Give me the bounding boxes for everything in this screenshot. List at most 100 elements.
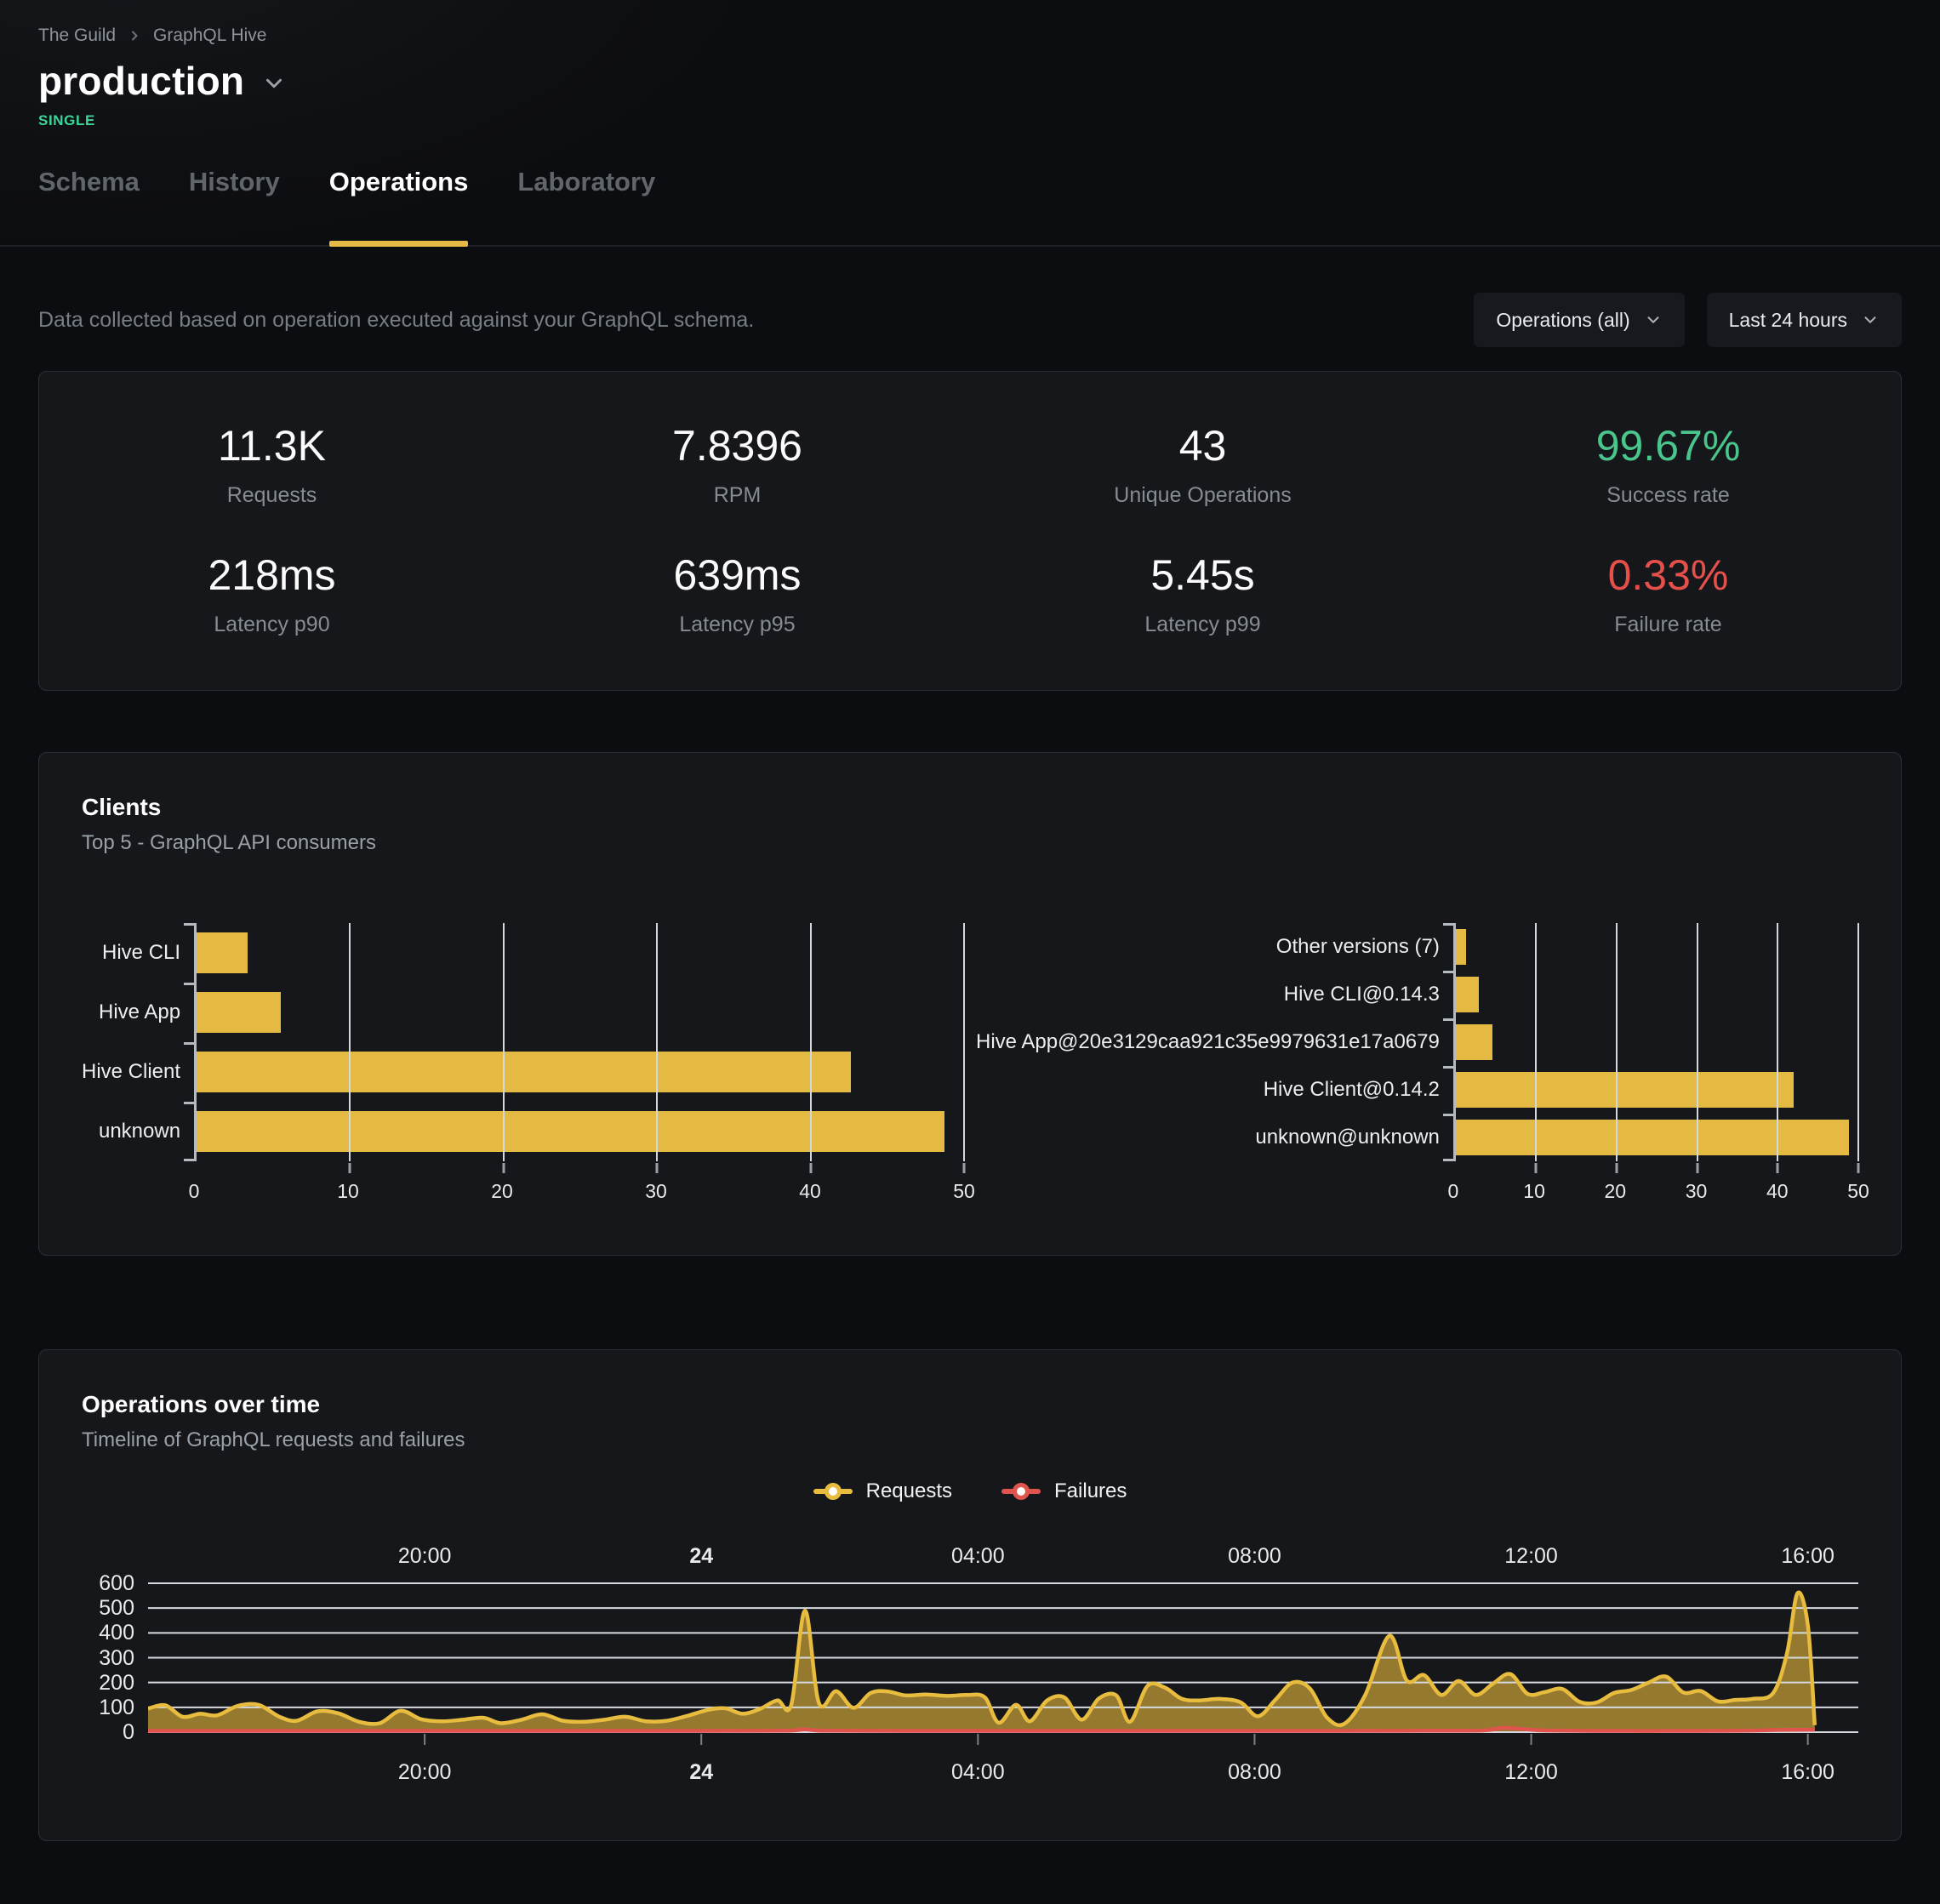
x-tick-label: 10 — [337, 1180, 359, 1203]
tab-history[interactable]: History — [189, 167, 280, 245]
operations-over-time-card: Operations over time Timeline of GraphQL… — [38, 1349, 1902, 1841]
stat-value: 5.45s — [970, 550, 1435, 600]
timeline-plot — [148, 1582, 1858, 1748]
stat-label: Unique Operations — [970, 483, 1435, 508]
x-tick-label: 24 — [689, 1544, 713, 1569]
clients-card-title: Clients — [82, 794, 1858, 821]
bar — [1456, 1072, 1794, 1108]
legend-marker-icon — [1001, 1478, 1041, 1505]
x-tick-label: 04:00 — [951, 1760, 1005, 1785]
legend-item-failures[interactable]: Failures — [1001, 1478, 1127, 1505]
axis-tick — [1443, 1066, 1453, 1069]
axis-tick — [1616, 1163, 1618, 1173]
tab-laboratory[interactable]: Laboratory — [517, 167, 655, 245]
stat-label: Success rate — [1435, 483, 1901, 508]
stat-value: 7.8396 — [505, 421, 970, 470]
stat-label: Requests — [39, 483, 505, 508]
axis-tick — [184, 923, 194, 926]
axis-tick — [1777, 1163, 1779, 1173]
stat-label: Latency p95 — [505, 613, 970, 637]
axis-tick — [1696, 1163, 1698, 1173]
bar-chart-category-labels: Other versions (7)Hive CLI@0.14.3Hive Ap… — [976, 923, 1453, 1161]
stat-label: Latency p99 — [970, 613, 1435, 637]
timeline-y-axis: 6005004003002001000 — [82, 1582, 134, 1748]
bar-category-label: Hive App@20e3129caa921c35e9979631e17a067… — [976, 1018, 1453, 1066]
breadcrumb-project-link[interactable]: GraphQL Hive — [153, 26, 266, 46]
tab-operations[interactable]: Operations — [329, 167, 469, 245]
page-header: The Guild GraphQL Hive production SINGLE — [0, 0, 1940, 129]
x-tick-label: 30 — [645, 1180, 667, 1203]
axis-tick — [963, 1163, 966, 1173]
operations-page: Data collected based on operation execut… — [0, 293, 1940, 1841]
axis-tick — [502, 1163, 505, 1173]
y-tick-label: 400 — [99, 1621, 134, 1645]
y-tick-label: 200 — [99, 1671, 134, 1696]
x-tick-label: 08:00 — [1228, 1544, 1281, 1569]
bar — [197, 1052, 850, 1092]
x-tick-label: 12:00 — [1504, 1544, 1558, 1569]
gridline — [1777, 923, 1778, 1161]
bar-chart-x-axis: 01020304050 — [194, 1180, 964, 1209]
bar — [197, 992, 281, 1033]
bar-category-label: Other versions (7) — [976, 923, 1453, 971]
y-tick-label: 0 — [123, 1720, 134, 1745]
gridline — [810, 923, 812, 1161]
bar — [1456, 929, 1466, 965]
timeline-chart: 20:002404:0008:0012:0016:00 600500400300… — [82, 1544, 1858, 1794]
gridline — [349, 923, 351, 1161]
stat-rpm: 7.8396 RPM — [505, 421, 970, 508]
stat-value: 11.3K — [39, 421, 505, 470]
bar-chart-plot — [1453, 923, 1858, 1161]
x-tick-label: 16:00 — [1781, 1544, 1834, 1569]
bar-category-label: Hive Client@0.14.2 — [976, 1066, 1453, 1114]
client-versions-bar-chart: Other versions (7)Hive CLI@0.14.3Hive Ap… — [976, 923, 1858, 1209]
target-mode-badge: SINGLE — [38, 112, 1902, 129]
period-filter-value: Last 24 hours — [1729, 309, 1847, 332]
x-tick-label: 30 — [1686, 1180, 1708, 1203]
axis-tick — [656, 1163, 659, 1173]
axis-tick — [184, 1159, 194, 1161]
x-tick-label: 40 — [1766, 1180, 1789, 1203]
breadcrumb-org-link[interactable]: The Guild — [38, 26, 116, 46]
x-tick-label: 0 — [1447, 1180, 1458, 1203]
stat-value: 218ms — [39, 550, 505, 600]
axis-tick — [809, 1163, 812, 1173]
axis-tick — [1857, 1163, 1860, 1173]
bar-chart-x-axis: 01020304050 — [1453, 1180, 1858, 1209]
axis-tick — [349, 1163, 351, 1173]
period-filter-select[interactable]: Last 24 hours — [1707, 293, 1902, 347]
gridline — [1616, 923, 1618, 1161]
page-description: Data collected based on operation execut… — [38, 308, 754, 333]
gridline — [963, 923, 965, 1161]
clients-card-subtitle: Top 5 - GraphQL API consumers — [82, 831, 1858, 855]
stat-latency-p95: 639ms Latency p95 — [505, 550, 970, 637]
operations-filter-select[interactable]: Operations (all) — [1474, 293, 1684, 347]
bar-chart-plot — [194, 923, 964, 1161]
x-tick-label: 20 — [1605, 1180, 1627, 1203]
x-tick-label: 20:00 — [398, 1544, 452, 1569]
gridline — [1535, 923, 1537, 1161]
stat-label: RPM — [505, 483, 970, 508]
bar-chart-category-labels: Hive CLIHive AppHive Clientunknown — [82, 923, 194, 1161]
target-selector-chevron-down-icon[interactable] — [261, 71, 287, 100]
chart-legend: Requests Failures — [82, 1478, 1858, 1505]
legend-label: Requests — [866, 1479, 952, 1503]
stat-failure-rate: 0.33% Failure rate — [1435, 550, 1901, 637]
page-title: production — [38, 58, 244, 104]
axis-tick — [1443, 923, 1453, 926]
stat-requests: 11.3K Requests — [39, 421, 505, 508]
filters-row: Data collected based on operation execut… — [38, 293, 1902, 347]
gridline — [656, 923, 658, 1161]
x-tick-label: 24 — [689, 1760, 713, 1785]
bar-category-label: unknown@unknown — [976, 1114, 1453, 1161]
axis-tick — [1443, 1159, 1453, 1161]
tab-schema[interactable]: Schema — [38, 167, 140, 245]
stat-value: 99.67% — [1435, 421, 1901, 470]
stat-latency-p90: 218ms Latency p90 — [39, 550, 505, 637]
stat-success-rate: 99.67% Success rate — [1435, 421, 1901, 508]
x-tick-label: 50 — [1847, 1180, 1869, 1203]
legend-item-requests[interactable]: Requests — [813, 1478, 952, 1505]
bar-category-label: unknown — [82, 1102, 194, 1161]
bar-category-label: Hive CLI — [82, 923, 194, 983]
x-tick-label: 16:00 — [1781, 1760, 1834, 1785]
